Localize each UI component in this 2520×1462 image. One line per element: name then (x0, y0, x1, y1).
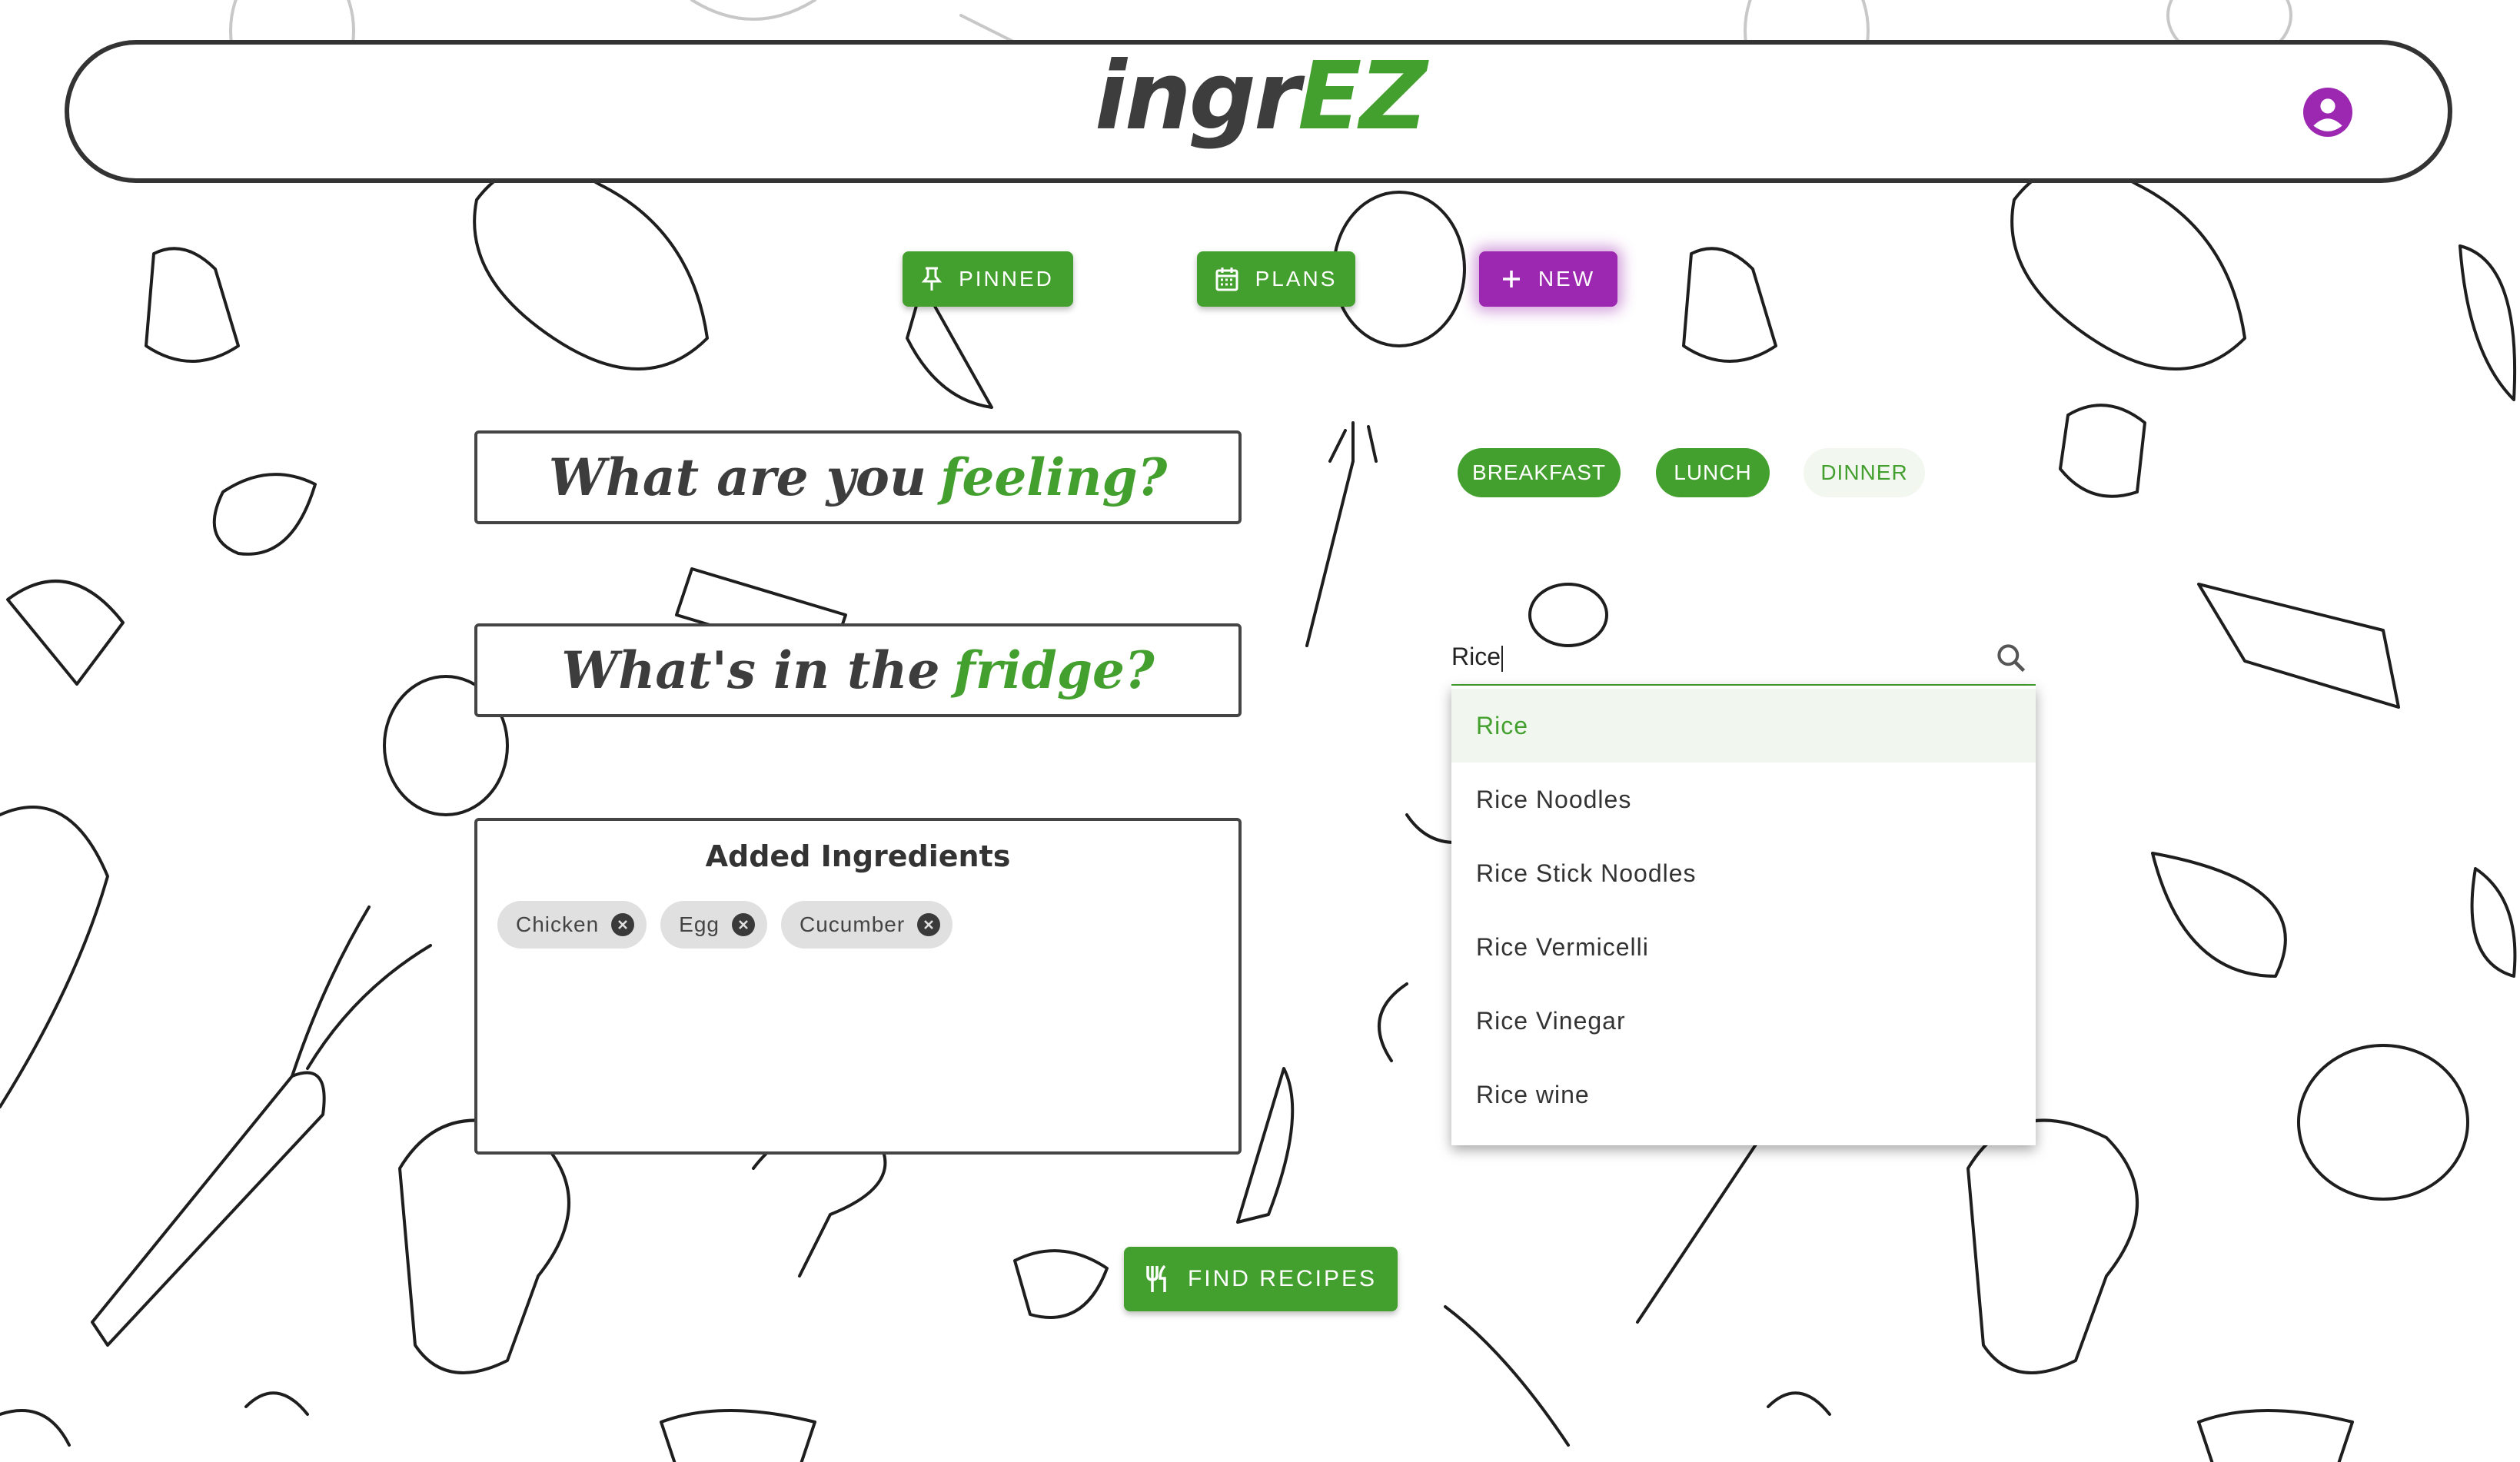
plans-button[interactable]: PLANS (1197, 251, 1355, 307)
suggestion-item[interactable]: Rice Noodles (1451, 763, 2036, 836)
calendar-icon (1215, 267, 1238, 291)
fridge-heading: What's in the fridge? (474, 623, 1242, 717)
suggestion-item[interactable]: Rice Vinegar (1451, 984, 2036, 1058)
plans-button-label: PLANS (1255, 267, 1338, 291)
meal-chip-dinner[interactable]: DINNER (1804, 448, 1925, 497)
remove-chip-icon[interactable] (917, 913, 941, 936)
pinned-button-label: PINNED (959, 267, 1054, 291)
utensils-icon (1146, 1264, 1166, 1292)
feeling-heading-text: What are you (548, 447, 926, 507)
search-icon[interactable] (1994, 641, 2028, 675)
fridge-heading-accent: fridge? (953, 640, 1155, 700)
ingredient-chip: Chicken (497, 901, 647, 949)
remove-chip-icon[interactable] (732, 913, 755, 936)
ingredient-suggestions-dropdown: Rice Rice Noodles Rice Stick Noodles Ric… (1451, 686, 2036, 1145)
food-doodle-background (0, 0, 2517, 1462)
suggestion-item[interactable]: Rice (1451, 689, 2036, 763)
new-button[interactable]: NEW (1479, 251, 1617, 307)
ingredient-search-input[interactable]: Rice (1451, 630, 2036, 687)
pinned-button[interactable]: PINNED (903, 251, 1073, 307)
logo-text-accent: EZ (1298, 42, 1428, 151)
text-caret (1501, 645, 1504, 672)
feeling-heading-accent: feeling? (939, 447, 1168, 507)
suggestion-item[interactable]: Rice wine (1451, 1058, 2036, 1131)
added-ingredients-title: Added Ingredients (705, 839, 1011, 873)
search-input-value: Rice (1451, 643, 1501, 670)
added-ingredients-panel: Added Ingredients Chicken Egg Cucumber (474, 818, 1242, 1155)
account-circle-icon[interactable] (2303, 88, 2352, 137)
find-recipes-button[interactable]: FIND RECIPES (1124, 1247, 1398, 1311)
ingredient-chip-label: Cucumber (800, 912, 906, 936)
ingredient-chip: Cucumber (781, 901, 953, 949)
logo-text-primary: ingr (1095, 42, 1300, 151)
find-recipes-label: FIND RECIPES (1187, 1266, 1378, 1291)
plus-icon (1502, 271, 1520, 287)
pin-icon (922, 267, 943, 291)
ingredient-chip-label: Egg (679, 912, 720, 936)
feeling-heading: What are you feeling? (474, 430, 1242, 524)
meal-chip-breakfast[interactable]: BREAKFAST (1458, 448, 1621, 497)
meal-chip-lunch[interactable]: LUNCH (1656, 448, 1770, 497)
suggestion-item[interactable]: Rice Vermicelli (1451, 910, 2036, 984)
suggestion-item[interactable]: Rice Stick Noodles (1451, 836, 2036, 910)
new-button-label: NEW (1538, 267, 1596, 291)
ingredient-chip-list: Chicken Egg Cucumber (497, 901, 953, 949)
fridge-heading-text: What's in the (561, 640, 940, 700)
remove-chip-icon[interactable] (611, 913, 635, 936)
ingredient-chip-label: Chicken (516, 912, 600, 936)
app-logo[interactable]: ingrEZ (0, 49, 2520, 143)
ingredient-chip: Egg (660, 901, 767, 949)
